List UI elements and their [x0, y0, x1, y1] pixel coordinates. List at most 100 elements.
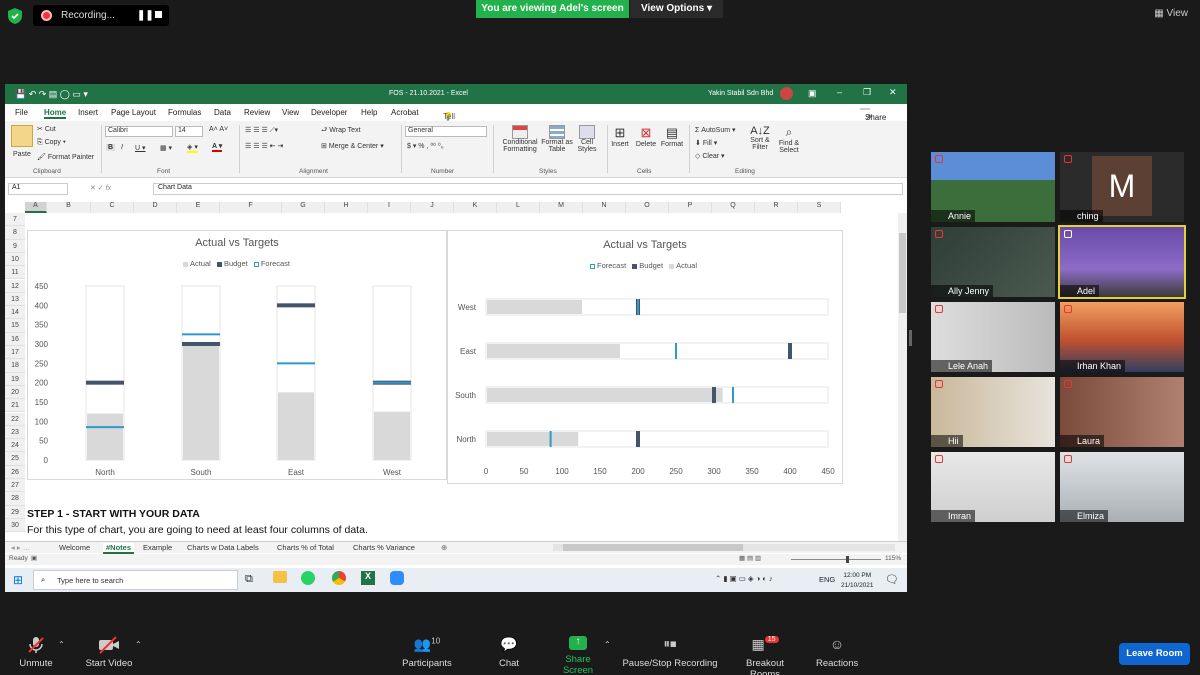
row-header[interactable]: 8	[5, 226, 25, 240]
ribbon-display-icon[interactable]: ▣	[808, 88, 817, 99]
column-header[interactable]: A	[25, 202, 47, 213]
italic-button[interactable]: I	[121, 144, 123, 151]
font-name-select[interactable]: Calibri	[105, 126, 173, 137]
column-header[interactable]: R	[755, 202, 798, 213]
horizontal-scroll-thumb[interactable]	[563, 544, 743, 551]
participant-tile[interactable]: Lele Anah	[931, 302, 1055, 372]
leave-room-button[interactable]: Leave Room	[1119, 643, 1190, 665]
participant-tile[interactable]: Irhan Khan	[1060, 302, 1184, 372]
sheet-nav-arrows[interactable]: ◂ ▸ …	[11, 543, 30, 552]
chat-button[interactable]: 💬 Chat	[496, 636, 522, 669]
quick-access-toolbar[interactable]: 💾 ↶ ↷ ▤ ◯ ▭ ▾	[15, 89, 88, 100]
number-format-select[interactable]: General	[405, 126, 487, 137]
pause-recording-icon[interactable]: ❚❚	[137, 10, 154, 21]
conditional-formatting-button[interactable]: Conditional Formatting	[499, 125, 541, 153]
row-header[interactable]: 7	[5, 213, 25, 227]
add-sheet-icon[interactable]: ⊕	[441, 543, 447, 552]
view-options-button[interactable]: View Options ▾	[630, 0, 723, 18]
paste-label[interactable]: Paste	[13, 151, 31, 158]
row-header[interactable]: 24	[5, 439, 25, 453]
windows-start-icon[interactable]: ⊞	[13, 573, 23, 587]
tab-data[interactable]: Data	[214, 108, 231, 117]
delete-cells-button[interactable]: ⊠ Delete	[635, 125, 657, 148]
column-header[interactable]: D	[134, 202, 177, 213]
security-shield-icon[interactable]	[8, 8, 22, 24]
formula-buttons[interactable]: ✕ ✓ fx	[90, 184, 111, 192]
zoom-slider[interactable]	[791, 556, 881, 563]
column-header[interactable]: B	[47, 202, 91, 213]
wrap-text-button[interactable]: ⮐ Wrap Text	[321, 126, 361, 137]
column-header[interactable]: E	[177, 202, 220, 213]
tab-developer[interactable]: Developer	[311, 108, 347, 117]
row-header[interactable]: 22	[5, 412, 25, 426]
pause-stop-recording-button[interactable]: ⏸⏹ Pause/Stop Recording	[622, 636, 718, 669]
row-header[interactable]: 12	[5, 279, 25, 293]
cut-button[interactable]: ✂ Cut	[37, 125, 56, 133]
view-mode-icons[interactable]: ▦ ▤ ▥	[739, 554, 761, 562]
tab-page-layout[interactable]: Page Layout	[111, 108, 156, 117]
row-header[interactable]: 23	[5, 425, 25, 440]
participant-tile[interactable]: Hii	[931, 377, 1055, 447]
align-left-icons[interactable]: ☰ ☰ ☰ ⇤ ⇥	[245, 142, 283, 150]
column-header[interactable]: J	[411, 202, 454, 213]
align-top-icons[interactable]: ☰ ☰ ☰ ⟋▾	[245, 126, 278, 135]
row-header[interactable]: 26	[5, 465, 25, 479]
column-header[interactable]: G	[282, 202, 325, 213]
close-icon[interactable]: ✕	[889, 87, 897, 98]
tab-insert[interactable]: Insert	[78, 108, 98, 117]
horizontal-bar-chart[interactable]: Actual vs Targets Forecast Budget Actual…	[447, 230, 843, 484]
restore-icon[interactable]: ❐	[863, 87, 871, 98]
chrome-icon[interactable]	[332, 571, 346, 585]
tab-view[interactable]: View	[282, 108, 299, 117]
tab-formulas[interactable]: Formulas	[168, 108, 201, 117]
insert-cells-button[interactable]: ⊞ Insert	[611, 125, 629, 148]
row-header[interactable]: 10	[5, 252, 25, 267]
format-as-table-button[interactable]: Format as Table	[541, 125, 573, 153]
clear-button[interactable]: ◇ Clear ▾	[695, 152, 725, 160]
unmute-button[interactable]: Unmute	[18, 636, 54, 669]
video-options-chevron[interactable]: ⌃	[135, 640, 142, 649]
row-header[interactable]: 25	[5, 452, 25, 466]
language-indicator[interactable]: ENG	[819, 575, 835, 584]
number-buttons[interactable]: $ ▾ % , ⁰⁰ ⁰₀	[407, 142, 444, 150]
format-cells-button[interactable]: ▤ Format	[660, 125, 684, 148]
row-header[interactable]: 14	[5, 306, 25, 320]
sheet-tab-pct-variance[interactable]: Charts % Variance	[353, 543, 415, 552]
font-size-select[interactable]: 14	[175, 126, 203, 137]
row-header[interactable]: 29	[5, 505, 25, 519]
taskbar-search[interactable]: ⌕ Type here to search	[33, 570, 238, 590]
zoom-slider-thumb[interactable]	[846, 556, 849, 563]
sort-filter-button[interactable]: A↓Z Sort & Filter	[745, 125, 775, 151]
cell-styles-button[interactable]: Cell Styles	[573, 125, 601, 153]
participant-tile[interactable]: Elmiza	[1060, 452, 1184, 522]
row-header[interactable]: 16	[5, 332, 25, 346]
row-header[interactable]: 20	[5, 385, 25, 400]
start-video-button[interactable]: Start Video	[85, 636, 133, 669]
column-header[interactable]: S	[798, 202, 841, 213]
column-header[interactable]: P	[669, 202, 712, 213]
zoom-percent[interactable]: 115%	[885, 555, 901, 562]
account-avatar[interactable]	[780, 87, 793, 100]
horizontal-scrollbar[interactable]	[553, 544, 895, 551]
row-header[interactable]: 27	[5, 479, 25, 493]
whatsapp-icon[interactable]	[301, 571, 315, 585]
column-header[interactable]: Q	[712, 202, 755, 213]
borders-icon[interactable]: ▦ ▾	[160, 144, 172, 152]
reactions-button[interactable]: ☺ Reactions	[816, 636, 858, 669]
tab-review[interactable]: Review	[244, 108, 270, 117]
participant-tile[interactable]: Mching	[1060, 152, 1184, 222]
row-header[interactable]: 17	[5, 346, 25, 360]
participant-tile[interactable]: Annie	[931, 152, 1055, 222]
worksheet-grid[interactable]: ABCDEFGHIJKLMNOPQRS 7 8 9 10 11 12 13 14 15 16 17 1…	[5, 202, 907, 542]
column-header[interactable]: H	[325, 202, 368, 213]
participant-tile-active-speaker[interactable]: Adel	[1058, 225, 1186, 299]
row-header[interactable]: 19	[5, 372, 25, 386]
system-tray-icons[interactable]: ⌃ ▮ ▣ ▭ ◈ ◑ ◐ ♪	[715, 574, 773, 583]
tab-home[interactable]: Home	[44, 108, 67, 119]
share-screen-button[interactable]: ↑ Share Screen	[550, 636, 606, 675]
vertical-bar-chart[interactable]: Actual vs Targets Actual Budget Forecast…	[27, 230, 447, 480]
row-header[interactable]: 30	[5, 518, 25, 533]
row-header[interactable]: 11	[5, 266, 25, 280]
font-color-icon[interactable]: A ▾	[212, 142, 223, 152]
share-button[interactable]: ↗ Share	[860, 108, 886, 122]
